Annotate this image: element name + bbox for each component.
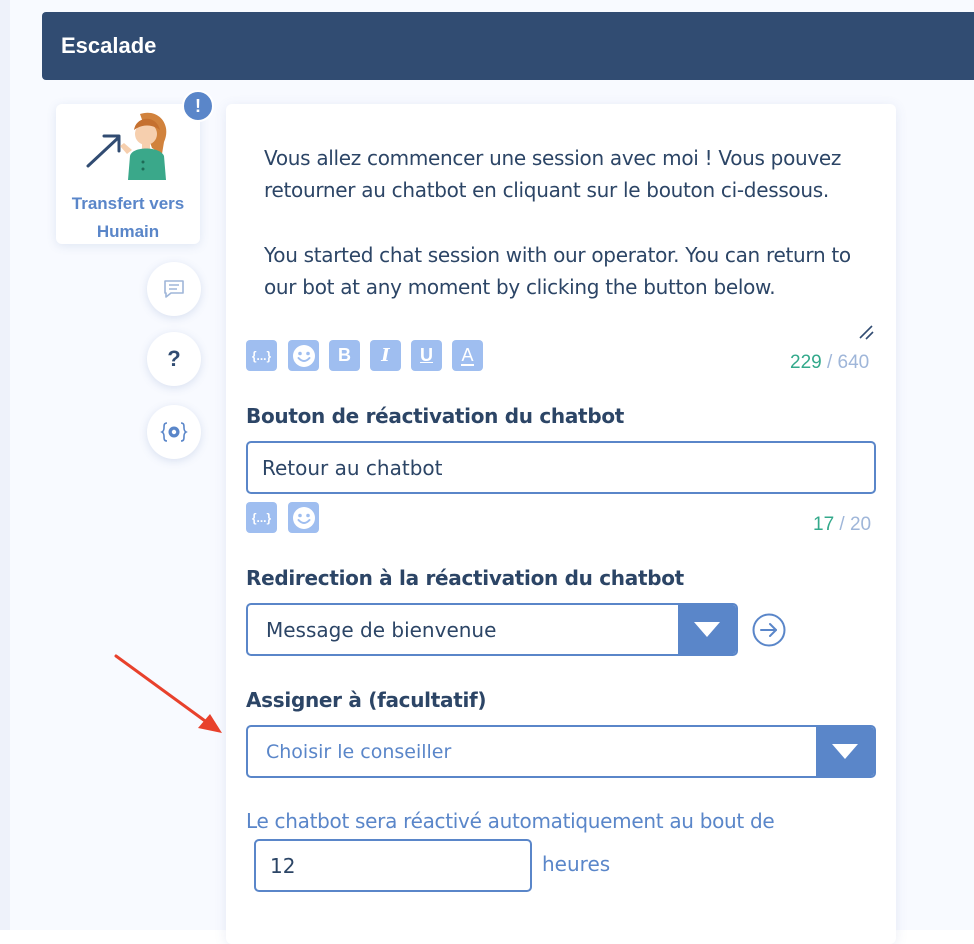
- left-edge: [0, 0, 10, 930]
- node-card-transfer[interactable]: Transfert vers Humain: [56, 104, 200, 244]
- go-to-arrow-icon[interactable]: [751, 612, 787, 648]
- redirection-select[interactable]: Message de bienvenue: [246, 603, 738, 656]
- variable-icon: {...}: [251, 510, 272, 525]
- variable-icon: {...}: [251, 348, 272, 363]
- assign-dropdown-toggle[interactable]: [816, 727, 874, 776]
- button-char-count: 17: [813, 514, 835, 535]
- bold-icon: B: [338, 345, 351, 365]
- emoji-button-2[interactable]: [288, 502, 319, 533]
- text-color-button[interactable]: A: [452, 340, 483, 371]
- message-paragraph-fr: Vous allez commencer une session avec mo…: [264, 146, 842, 202]
- message-char-counter: 229 / 640: [790, 352, 869, 374]
- node-label: Transfert vers Humain: [56, 190, 200, 246]
- node-label-line1: Transfert vers: [71, 194, 185, 213]
- message-paragraph-en: You started chat session with our operat…: [264, 243, 851, 299]
- insert-variable-button[interactable]: {...}: [246, 340, 277, 371]
- help-button[interactable]: ?: [147, 332, 201, 386]
- chevron-down-icon: [832, 744, 858, 759]
- hours-unit-label: heures: [542, 852, 611, 876]
- person-with-arrow-icon: [86, 112, 167, 180]
- comment-button[interactable]: [147, 262, 201, 316]
- chat-bubble-icon: [164, 280, 184, 298]
- button-char-max: / 20: [839, 514, 872, 535]
- resize-handle-icon[interactable]: [856, 322, 876, 342]
- message-text[interactable]: Vous allez commencer une session avec mo…: [264, 142, 874, 303]
- underline-icon: U: [420, 345, 433, 365]
- settings-variable-icon: [160, 422, 188, 442]
- reactivation-button-label: Bouton de réactivation du chatbot: [246, 404, 625, 428]
- annotation-arrow-icon: [114, 654, 222, 733]
- auto-reactivation-text: Le chatbot sera réactivé automatiquement…: [246, 809, 775, 833]
- redirection-selected-value: Message de bienvenue: [266, 617, 497, 642]
- smiley-icon: [292, 344, 315, 367]
- redirection-dropdown-toggle[interactable]: [678, 605, 736, 654]
- insert-variable-button-2[interactable]: {...}: [246, 502, 277, 533]
- section-header: Escalade: [42, 12, 974, 80]
- hours-value: 12: [270, 853, 296, 878]
- settings-button[interactable]: [147, 405, 201, 459]
- message-char-count: 229: [790, 352, 822, 373]
- underline-button[interactable]: U: [411, 340, 442, 371]
- assign-placeholder: Choisir le conseiller: [266, 740, 452, 763]
- smiley-icon: [292, 506, 315, 529]
- text-color-icon: A: [461, 344, 474, 366]
- redirection-label: Redirection à la réactivation du chatbot: [246, 566, 684, 590]
- warning-badge[interactable]: !: [182, 90, 214, 122]
- italic-icon: I: [381, 345, 390, 366]
- chevron-down-icon: [694, 622, 720, 637]
- reactivation-button-input[interactable]: Retour au chatbot: [246, 441, 876, 494]
- assign-label: Assigner à (facultatif): [246, 688, 487, 712]
- emoji-button[interactable]: [288, 340, 319, 371]
- question-icon: ?: [167, 346, 181, 371]
- assign-select[interactable]: Choisir le conseiller: [246, 725, 876, 778]
- bold-button[interactable]: B: [329, 340, 360, 371]
- button-char-counter: 17 / 20: [813, 514, 871, 536]
- reactivation-button-value: Retour au chatbot: [262, 455, 443, 480]
- message-char-max: / 640: [826, 352, 870, 373]
- section-title: Escalade: [61, 33, 157, 58]
- hours-input[interactable]: 12: [254, 839, 532, 892]
- italic-button[interactable]: I: [370, 340, 401, 371]
- node-label-line2: Humain: [96, 222, 160, 241]
